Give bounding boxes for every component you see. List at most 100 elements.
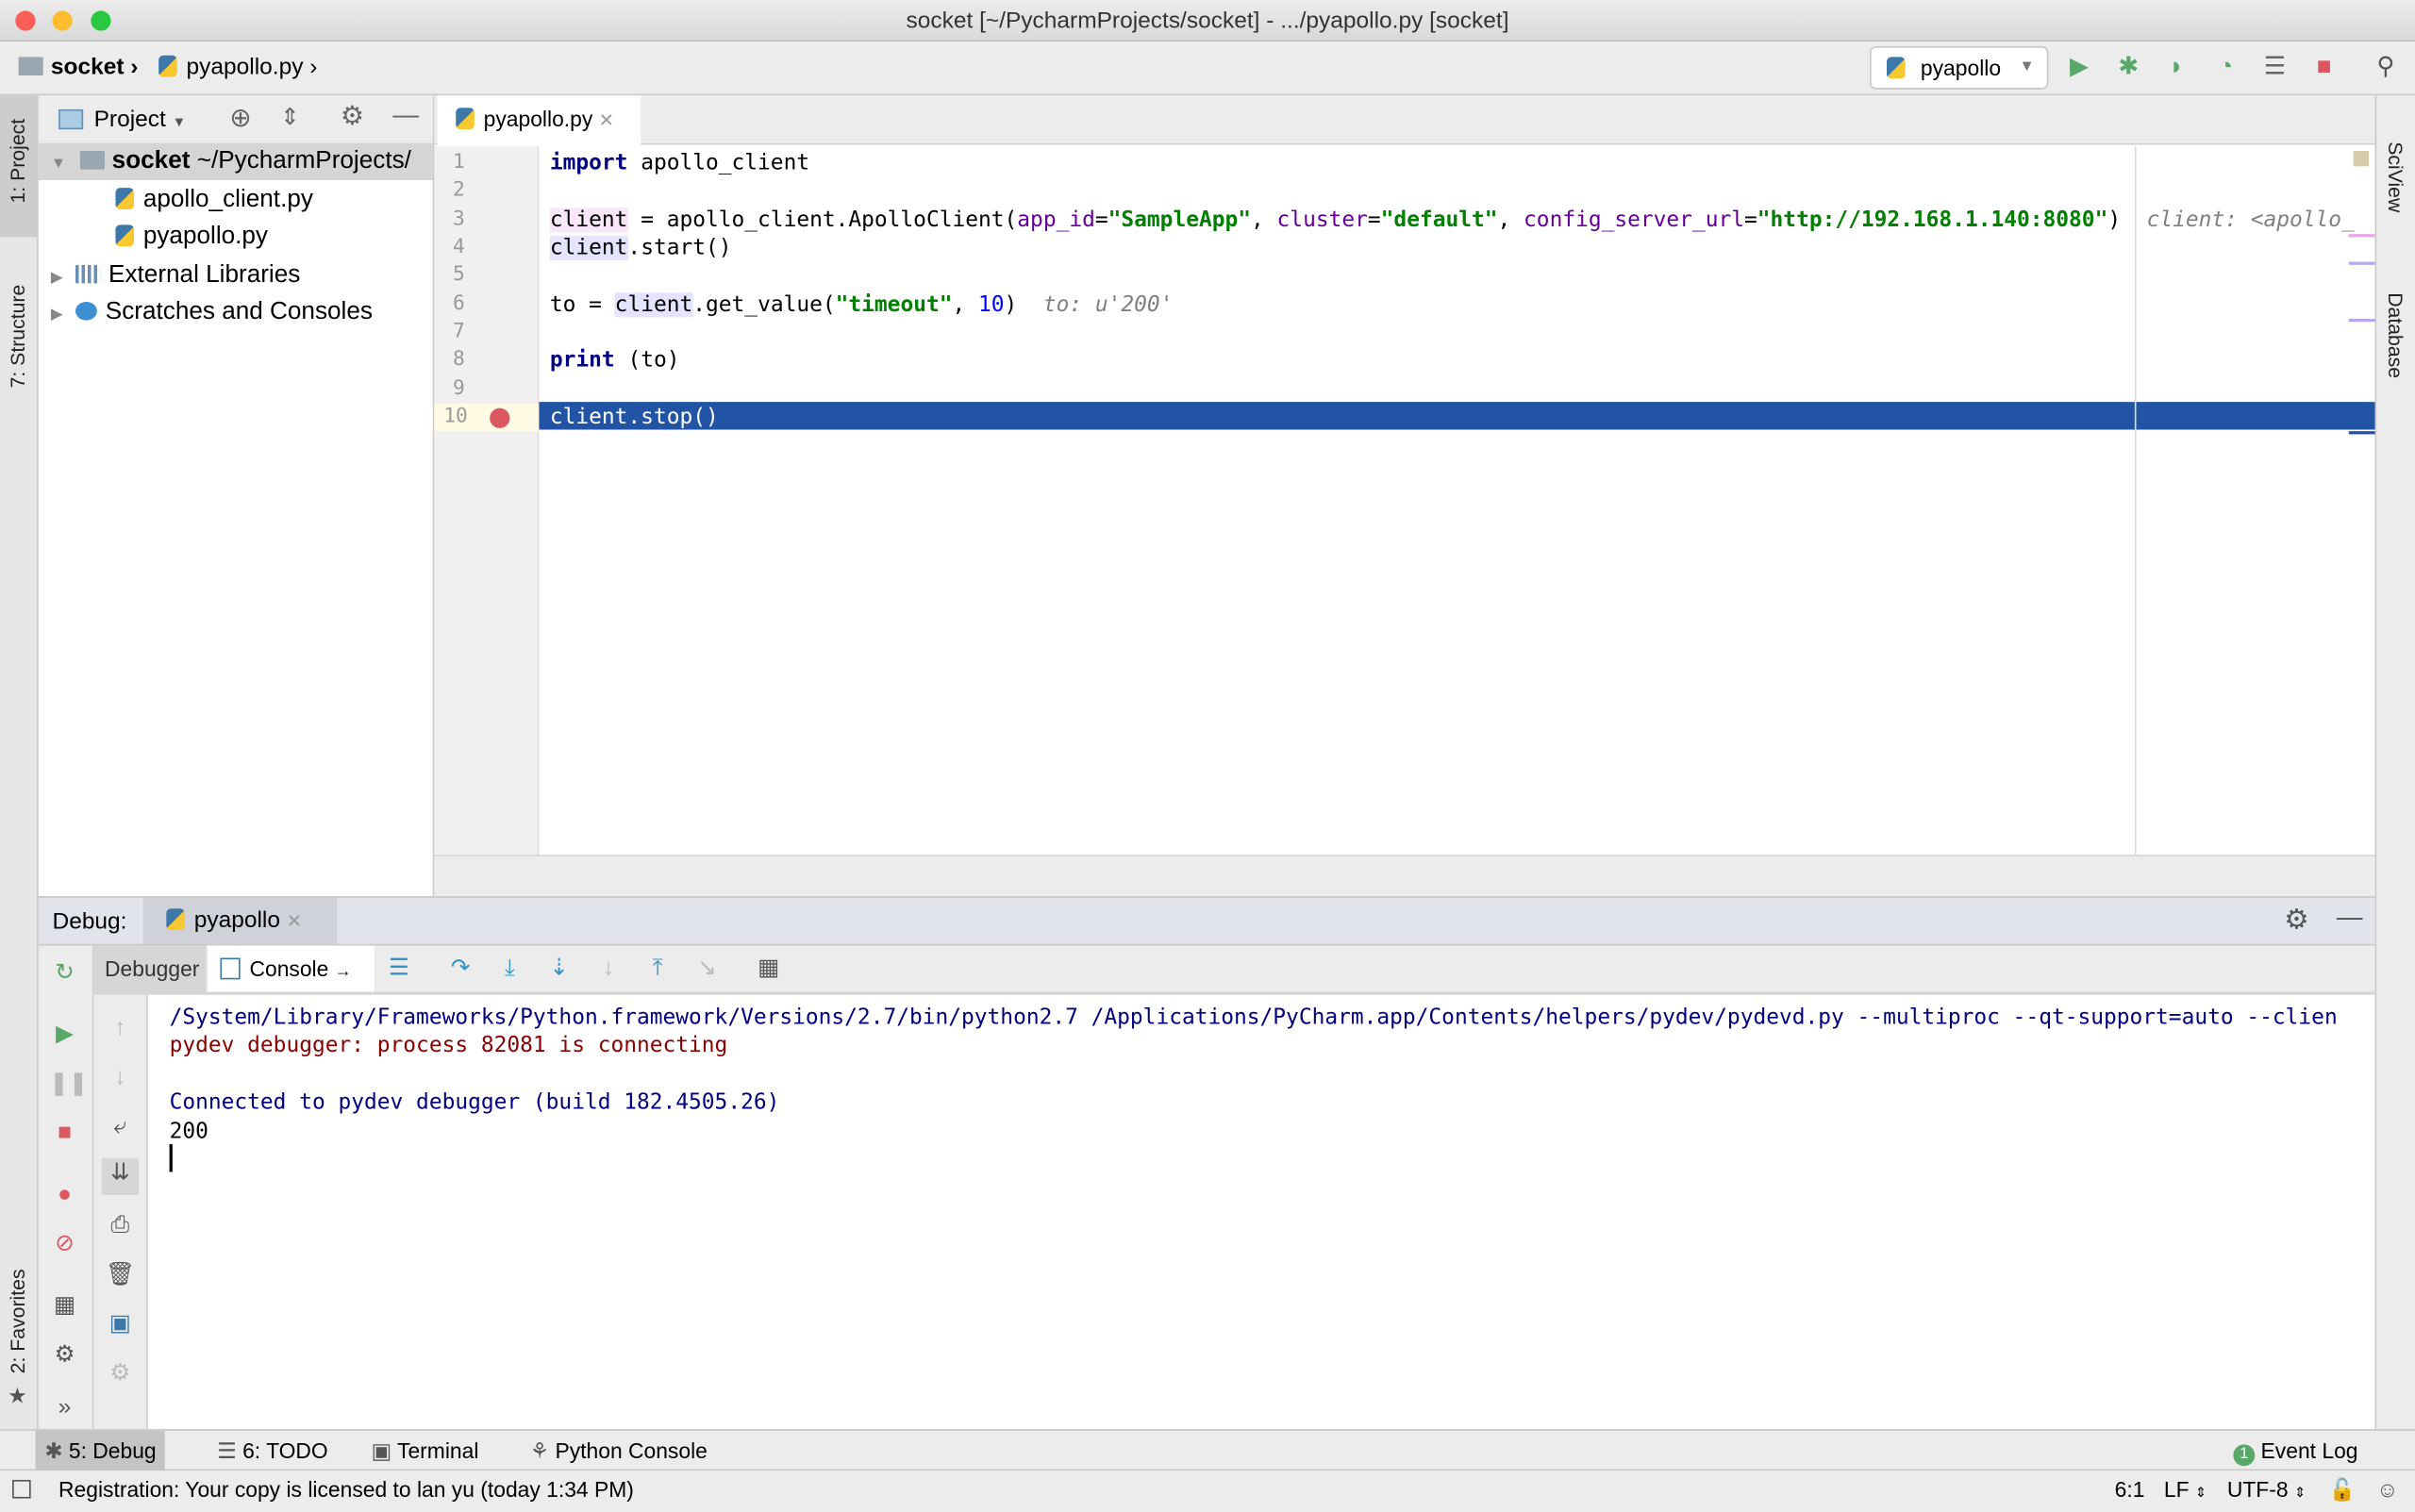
cursor-position[interactable]: 6:1 xyxy=(2115,1470,2145,1509)
more-icon[interactable]: » xyxy=(49,1392,80,1423)
error-stripe-mark[interactable] xyxy=(2348,234,2375,238)
hide-panel-icon[interactable]: — xyxy=(2337,903,2363,934)
run-to-cursor-icon[interactable]: ↘ xyxy=(691,954,723,985)
resume-icon[interactable]: ▶ xyxy=(49,1020,80,1051)
settings-icon[interactable]: ⚙ xyxy=(49,1339,80,1371)
search-icon[interactable]: ⚲ xyxy=(2372,54,2399,81)
close-window-button[interactable] xyxy=(15,10,36,31)
locate-icon[interactable]: ⊕ xyxy=(229,103,251,134)
stop-icon[interactable]: ■ xyxy=(2310,54,2338,81)
minimize-window-button[interactable] xyxy=(52,10,73,31)
tree-item[interactable]: ▶ Scratches and Consoles xyxy=(51,294,373,331)
tool-tab-debug[interactable]: ✱ 5: Debug xyxy=(35,1430,166,1471)
editor[interactable]: pyapollo.py ✕ 1 2 3 4 5 6 7 8 9 10 import apollo_… xyxy=(434,95,2375,897)
mute-breakpoints-icon[interactable]: ⊘ xyxy=(49,1229,80,1260)
python-prompt-icon[interactable]: ▣ xyxy=(105,1309,136,1340)
gear-icon[interactable]: ⚙ xyxy=(2284,904,2308,936)
step-out-icon[interactable]: ⤒ xyxy=(642,954,674,985)
tab-label: 6: TODO xyxy=(242,1437,328,1464)
down-icon[interactable]: ↓ xyxy=(105,1063,136,1094)
print-icon[interactable]: ⎙ xyxy=(105,1210,136,1241)
code-line[interactable]: client.stop() xyxy=(550,404,719,431)
breakpoint-icon[interactable] xyxy=(490,407,510,428)
encoding-select[interactable]: UTF-8 ⇕ xyxy=(2227,1470,2306,1512)
pause-icon[interactable]: ❚❚ xyxy=(49,1069,88,1100)
collapse-all-icon[interactable]: ⇕ xyxy=(280,103,300,131)
layout-icon[interactable]: ▦ xyxy=(49,1290,80,1321)
tree-item[interactable]: pyapollo.py xyxy=(115,219,268,256)
scroll-to-end-icon[interactable]: ⇊ xyxy=(101,1157,139,1195)
expand-arrow-icon[interactable]: ▶ xyxy=(51,307,67,324)
breadcrumb-file[interactable]: pyapollo.py › xyxy=(158,54,317,80)
trash-icon[interactable]: 🗑 xyxy=(105,1260,136,1291)
tool-window-database[interactable]: Database xyxy=(2384,292,2407,378)
settings-icon[interactable]: ⚙ xyxy=(105,1358,136,1389)
step-into-my-code-icon[interactable]: ⇣ xyxy=(543,954,575,985)
tree-item[interactable]: ▶ External Libraries xyxy=(51,257,300,293)
up-icon[interactable]: ↑ xyxy=(105,1013,136,1044)
run-configuration-select[interactable]: pyapollo ▼ xyxy=(1870,45,2049,90)
debug-icon[interactable]: ✱ xyxy=(2115,54,2142,81)
error-stripe-mark[interactable] xyxy=(2348,261,2375,265)
close-icon[interactable]: ✕ xyxy=(599,109,614,131)
line-separator-select[interactable]: LF ⇕ xyxy=(2164,1470,2207,1512)
error-stripe-mark[interactable] xyxy=(2348,318,2375,323)
toggle-tool-windows-icon[interactable] xyxy=(12,1479,31,1499)
code-line[interactable]: client.start() xyxy=(549,234,732,261)
tab-console[interactable]: Console → xyxy=(208,945,375,992)
rerun-icon[interactable]: ↻ xyxy=(49,958,80,989)
maximize-window-button[interactable] xyxy=(91,10,111,31)
session-label: pyapollo xyxy=(193,906,280,934)
inspection-status-icon[interactable] xyxy=(2353,151,2370,167)
run-icon[interactable]: ▶ xyxy=(2065,54,2092,81)
status-message[interactable]: Registration: Your copy is licensed to l… xyxy=(58,1470,634,1509)
tree-item[interactable]: ▼ socket ~/PycharmProjects/ xyxy=(38,142,433,181)
profile-icon[interactable]: ◔ xyxy=(2211,54,2239,81)
step-into-icon[interactable]: ⤓ xyxy=(494,954,525,985)
code-line[interactable]: print (to) xyxy=(550,347,680,374)
project-view-select[interactable]: Project ▼ xyxy=(94,107,187,133)
code-token: .start() xyxy=(627,235,732,260)
stop-icon[interactable]: ■ xyxy=(49,1118,80,1149)
debug-session-tab[interactable]: pyapollo ✕ xyxy=(142,897,338,944)
tab-debugger[interactable]: Debugger xyxy=(93,945,207,992)
folder-icon xyxy=(18,57,43,75)
coverage-icon[interactable]: ◗ xyxy=(2162,54,2190,81)
py-icon xyxy=(115,187,135,209)
breadcrumb-project[interactable]: socket › xyxy=(18,54,138,80)
code-line[interactable]: client = apollo_client.ApolloClient(app_… xyxy=(549,206,2355,233)
console-caret[interactable] xyxy=(169,1144,173,1172)
error-stripe-mark[interactable] xyxy=(2348,431,2375,435)
close-icon[interactable]: ✕ xyxy=(287,910,302,932)
run-config-label: pyapollo xyxy=(1920,55,2002,80)
hide-panel-icon[interactable]: — xyxy=(392,100,419,131)
tool-tab-terminal[interactable]: ▣ Terminal xyxy=(362,1431,489,1470)
tool-window-structure[interactable]: 7: Structure xyxy=(7,285,29,389)
event-log-button[interactable]: 1 Event Log xyxy=(2224,1431,2368,1470)
force-step-into-icon[interactable]: ↓ xyxy=(593,954,625,985)
lock-icon[interactable]: 🔓 xyxy=(2329,1470,2356,1509)
concurrency-icon[interactable]: ☰ xyxy=(2261,54,2289,81)
tool-tab-python-console[interactable]: ⚘ Python Console xyxy=(521,1431,717,1470)
line-gutter[interactable]: 1 2 3 4 5 6 7 8 9 10 xyxy=(434,146,540,856)
evaluate-expression-icon[interactable]: ▦ xyxy=(753,954,784,985)
step-over-icon[interactable]: ↷ xyxy=(445,954,476,985)
expand-arrow-icon[interactable]: ▶ xyxy=(51,269,67,286)
gear-icon[interactable]: ⚙ xyxy=(341,102,364,133)
show-execution-point-icon[interactable]: ☰ xyxy=(384,954,415,985)
code-line[interactable]: import apollo_client xyxy=(550,149,809,176)
tool-window-sciview[interactable]: SciView xyxy=(2384,141,2407,212)
expand-arrow-icon[interactable]: ▼ xyxy=(51,156,71,173)
view-breakpoints-icon[interactable]: ● xyxy=(49,1180,80,1211)
line-number: 4 xyxy=(452,235,465,259)
tool-tab-todo[interactable]: ☰ 6: TODO xyxy=(208,1431,337,1470)
project-header-label: Project xyxy=(93,106,166,133)
code-line[interactable]: to = client.get_value("timeout", 10) to:… xyxy=(550,291,1173,318)
scratch-icon xyxy=(75,302,98,321)
tool-window-favorites[interactable]: 2: Favorites xyxy=(7,1269,29,1373)
tab-pyapollo[interactable]: pyapollo.py ✕ xyxy=(437,95,641,145)
tool-window-project[interactable]: 1: Project xyxy=(7,119,29,204)
inspector-icon[interactable]: ☺ xyxy=(2376,1470,2398,1509)
tree-item[interactable]: apollo_client.py xyxy=(115,181,313,218)
soft-wrap-icon[interactable]: ⤶ xyxy=(105,1112,136,1143)
